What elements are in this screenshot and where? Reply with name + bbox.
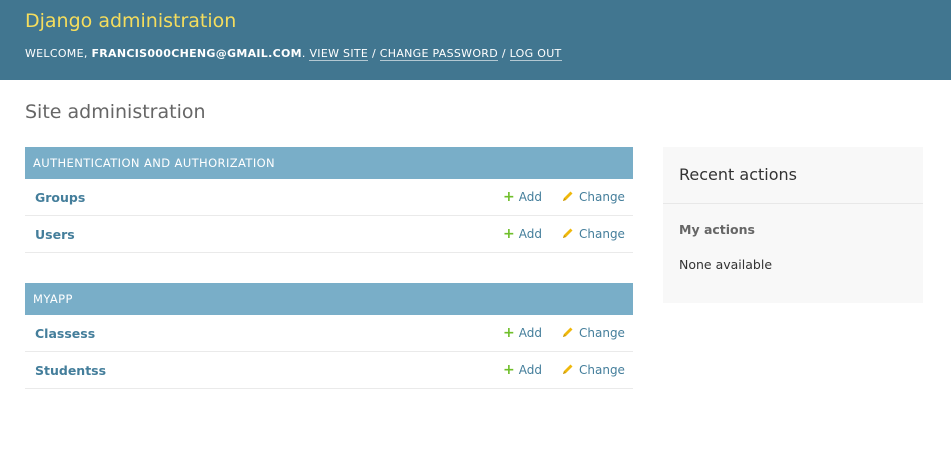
pencil-icon bbox=[563, 191, 573, 201]
empty-actions-text: None available bbox=[679, 257, 773, 272]
model-row-groups: Groups + Add Change bbox=[25, 179, 633, 216]
recent-actions-panel: Recent actions My actions None available bbox=[663, 147, 923, 303]
pencil-icon bbox=[563, 364, 573, 374]
add-label: Add bbox=[518, 190, 542, 204]
page-title: Site administration bbox=[25, 101, 206, 123]
add-classess-link[interactable]: + Add bbox=[503, 315, 542, 352]
add-label: Add bbox=[518, 227, 542, 241]
plus-icon: + bbox=[503, 362, 515, 378]
model-row-classess: Classess + Add Change bbox=[25, 315, 633, 352]
model-link-groups[interactable]: Groups bbox=[35, 179, 85, 216]
add-label: Add bbox=[518, 363, 542, 377]
add-label: Add bbox=[518, 326, 542, 340]
model-link-studentss[interactable]: Studentss bbox=[35, 352, 106, 389]
add-studentss-link[interactable]: + Add bbox=[503, 352, 542, 389]
username: FRANCIS000CHENG@GMAIL.COM bbox=[91, 47, 302, 60]
pencil-icon bbox=[563, 327, 573, 337]
period: . bbox=[301, 47, 306, 60]
add-users-link[interactable]: + Add bbox=[503, 216, 542, 253]
my-actions-heading: My actions bbox=[679, 222, 755, 237]
change-label: Change bbox=[579, 326, 625, 340]
change-label: Change bbox=[579, 363, 625, 377]
divider bbox=[663, 203, 923, 204]
pencil-icon bbox=[563, 228, 573, 238]
view-site-link[interactable]: VIEW SITE bbox=[309, 47, 369, 61]
model-row-users: Users + Add Change bbox=[25, 216, 633, 253]
change-password-link[interactable]: CHANGE PASSWORD bbox=[379, 47, 499, 61]
change-users-link[interactable]: Change bbox=[562, 216, 625, 253]
change-studentss-link[interactable]: Change bbox=[562, 352, 625, 389]
model-link-classess[interactable]: Classess bbox=[35, 315, 95, 352]
app-module-auth: AUTHENTICATION AND AUTHORIZATION Groups … bbox=[25, 147, 633, 253]
change-groups-link[interactable]: Change bbox=[562, 179, 625, 216]
log-out-link[interactable]: LOG OUT bbox=[509, 47, 562, 61]
separator: / bbox=[501, 47, 506, 60]
separator: / bbox=[371, 47, 376, 60]
header: Django administration WELCOME, FRANCIS00… bbox=[0, 0, 951, 80]
change-label: Change bbox=[579, 190, 625, 204]
welcome-text: WELCOME, bbox=[25, 47, 88, 60]
user-tools: WELCOME, FRANCIS000CHENG@GMAIL.COM. VIEW… bbox=[25, 47, 562, 61]
add-groups-link[interactable]: + Add bbox=[503, 179, 542, 216]
module-caption[interactable]: MYAPP bbox=[25, 283, 633, 315]
site-branding[interactable]: Django administration bbox=[25, 10, 236, 32]
model-row-studentss: Studentss + Add Change bbox=[25, 352, 633, 389]
plus-icon: + bbox=[503, 325, 515, 341]
app-module-myapp: MYAPP Classess + Add Change Studentss + Ad… bbox=[25, 283, 633, 389]
plus-icon: + bbox=[503, 189, 515, 205]
plus-icon: + bbox=[503, 226, 515, 242]
module-caption[interactable]: AUTHENTICATION AND AUTHORIZATION bbox=[25, 147, 633, 179]
change-classess-link[interactable]: Change bbox=[562, 315, 625, 352]
recent-actions-title: Recent actions bbox=[679, 165, 797, 184]
change-label: Change bbox=[579, 227, 625, 241]
model-link-users[interactable]: Users bbox=[35, 216, 75, 253]
